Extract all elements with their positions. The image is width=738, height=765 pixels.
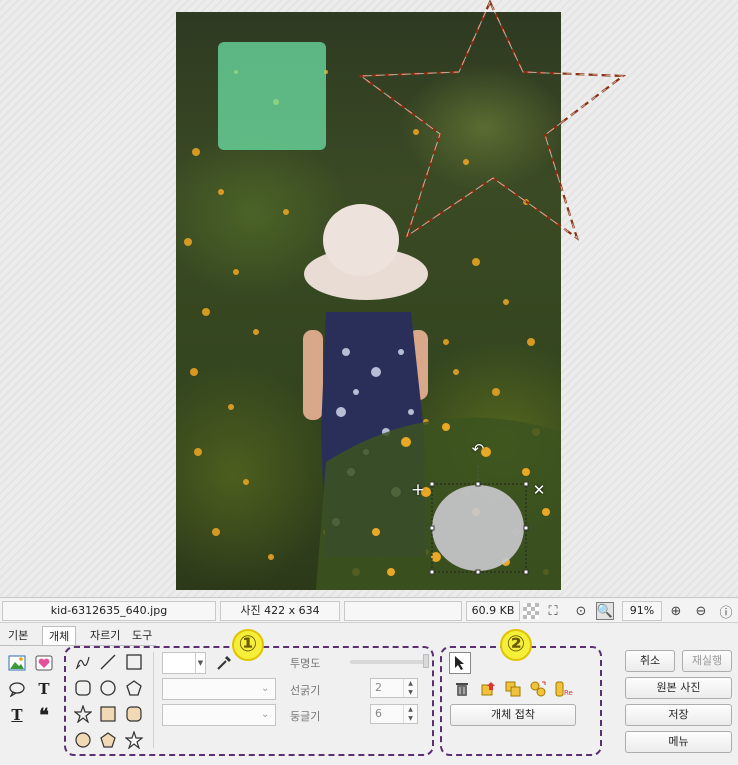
line-width-label: 선굵기 — [290, 684, 321, 697]
line-icon[interactable] — [97, 651, 119, 673]
delete-bin-icon[interactable] — [451, 678, 473, 700]
tab-object[interactable]: 개체 — [42, 626, 77, 646]
freehand-icon[interactable] — [72, 651, 94, 673]
reset-object-icon[interactable]: Re — [553, 678, 575, 700]
circle-object-selected[interactable] — [430, 444, 540, 576]
rectangle-icon[interactable] — [123, 651, 145, 673]
image-canvas[interactable]: ↶ + ✕ — [0, 0, 738, 598]
rotate-handle-icon[interactable]: ↶ — [469, 440, 487, 458]
overlay-rectangle-object[interactable] — [218, 42, 326, 150]
transparency-icon[interactable] — [523, 603, 539, 619]
tab-crop[interactable]: 자르기 — [84, 626, 126, 646]
photo-size-field: 사진 422 x 634 — [220, 601, 340, 621]
filled-rectangle-icon[interactable] — [97, 703, 119, 725]
zoom-level-field: 91% — [622, 601, 662, 621]
badge-two: ② — [500, 629, 532, 661]
align-objects-icon[interactable] — [527, 678, 549, 700]
line-style-dropdown[interactable]: ⌄ — [162, 678, 276, 700]
opacity-slider[interactable] — [350, 660, 428, 664]
original-photo-button[interactable]: 원본 사진 — [625, 677, 732, 699]
delete-object-icon[interactable]: ✕ — [530, 481, 548, 499]
select-arrow-icon[interactable] — [449, 652, 471, 674]
filename-field: kid-6312635_640.jpg — [2, 601, 216, 621]
fit-screen-icon[interactable]: ⛶ — [544, 602, 562, 620]
pentagon-icon[interactable] — [123, 677, 145, 699]
empty-status-field — [344, 601, 462, 621]
editor-panel: 기본 개체 자르기 도구 T T ❝ ① ▼ ⌄ ⌄ 투명도 선굵기 2 ▲ ▼… — [0, 624, 738, 765]
bring-forward-icon[interactable] — [477, 678, 499, 700]
text-effect-icon[interactable]: T — [6, 704, 28, 726]
svg-text:Re: Re — [564, 689, 573, 697]
outline-star-icon[interactable] — [123, 729, 145, 751]
tab-basic[interactable]: 기본 — [2, 626, 34, 646]
quote-icon[interactable]: ❝ — [33, 704, 55, 726]
send-backward-icon[interactable] — [502, 678, 524, 700]
roundness-stepper[interactable]: 6 ▲ ▼ — [370, 704, 418, 724]
speech-bubble-icon[interactable] — [6, 678, 28, 700]
fill-style-dropdown[interactable]: ⌄ — [162, 704, 276, 726]
rounded-rectangle-icon[interactable] — [72, 677, 94, 699]
file-size-field: 60.9 KB — [466, 601, 520, 621]
cancel-button[interactable]: 취소 — [625, 650, 675, 672]
paste-object-button[interactable]: 개체 접착 — [450, 704, 576, 726]
filled-rounded-rectangle-icon[interactable] — [123, 703, 145, 725]
zoom-out-icon[interactable]: ⊖ — [692, 602, 710, 620]
line-width-stepper[interactable]: 2 ▲ ▼ — [370, 678, 418, 698]
status-bar: kid-6312635_640.jpg 사진 422 x 634 60.9 KB… — [0, 599, 738, 623]
star-icon[interactable] — [72, 703, 94, 725]
menu-button[interactable]: 메뉴 — [625, 731, 732, 753]
opacity-label: 투명도 — [290, 657, 321, 670]
tab-tools[interactable]: 도구 — [126, 626, 158, 646]
circle-icon[interactable] — [97, 677, 119, 699]
roundness-label: 둥글기 — [290, 710, 321, 723]
color-dropdown[interactable]: ▼ — [162, 652, 206, 674]
divider — [153, 652, 154, 748]
move-handle-icon[interactable]: + — [409, 481, 427, 499]
filled-circle-icon[interactable] — [72, 729, 94, 751]
sticker-object-icon[interactable] — [33, 652, 55, 674]
redo-button[interactable]: 재실행 — [682, 650, 732, 672]
zoom-fit-icon[interactable]: 🔍 — [596, 602, 614, 620]
info-icon[interactable]: ⓘ — [717, 602, 735, 621]
zoom-in-icon[interactable]: ⊕ — [667, 602, 685, 620]
actual-size-icon[interactable]: ⊙ — [572, 602, 590, 620]
text-icon[interactable]: T — [33, 678, 55, 700]
image-object-icon[interactable] — [6, 652, 28, 674]
filled-pentagon-icon[interactable] — [97, 729, 119, 751]
badge-one: ① — [232, 629, 264, 661]
save-button[interactable]: 저장 — [625, 704, 732, 726]
star-object[interactable] — [355, 0, 635, 250]
roundness-value: 6 — [375, 707, 382, 720]
line-width-value: 2 — [375, 681, 382, 694]
eyedropper-icon[interactable] — [213, 652, 235, 674]
opacity-slider-thumb[interactable] — [423, 654, 429, 668]
